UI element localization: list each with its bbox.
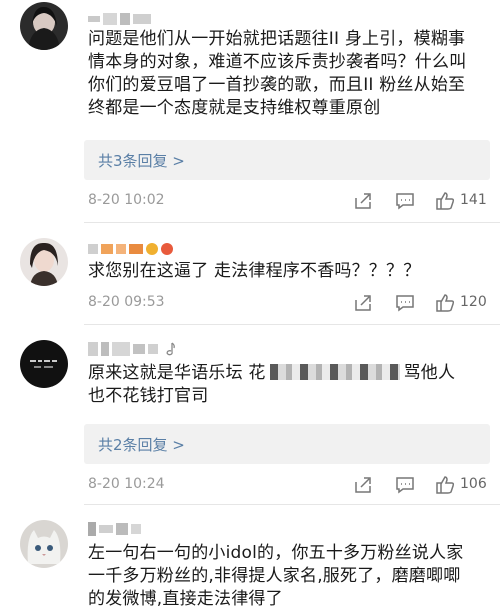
like-icon[interactable] (434, 292, 456, 314)
comment-icon[interactable] (394, 474, 416, 496)
comment-time: 8-20 10:02 (88, 192, 165, 208)
like-icon[interactable] (434, 474, 456, 496)
avatar[interactable] (20, 340, 68, 388)
avatar[interactable] (20, 2, 68, 50)
comment-text: 原来这就是华语乐坛 花骂他人 也不花钱打官司 (88, 363, 456, 406)
replies-box[interactable]: 共2条回复 > (84, 424, 490, 464)
divider (84, 504, 500, 505)
replies-box[interactable]: 共3条回复 > (84, 140, 490, 180)
comment-meta: 8-20 10:02 141 (88, 190, 498, 214)
comment-text: 左一句右一句的小idol的，你五十多万粉丝说人家 一千多万粉丝的,非得提人家名,… (88, 543, 464, 609)
comment-time: 8-20 10:24 (88, 476, 165, 492)
comment-icon[interactable] (394, 190, 416, 212)
username-blurred[interactable] (88, 518, 144, 538)
comment-text: 问题是他们从一开始就把话题往II 身上引，模糊事 情本身的对象，难道不应该斥责抄… (88, 29, 467, 118)
username-blurred[interactable] (88, 338, 176, 358)
share-icon[interactable] (352, 292, 374, 314)
like-icon[interactable] (434, 190, 456, 212)
divider (84, 324, 500, 325)
divider (84, 222, 500, 223)
comment-time: 8-20 09:53 (88, 294, 165, 310)
avatar[interactable] (20, 238, 68, 286)
replies-link[interactable]: 共2条回复 > (98, 434, 185, 455)
share-icon[interactable] (352, 474, 374, 496)
like-count: 120 (460, 294, 487, 310)
replies-link[interactable]: 共3条回复 > (98, 150, 185, 171)
like-count: 141 (460, 192, 487, 208)
comment-icon[interactable] (394, 292, 416, 314)
username-blurred[interactable] (88, 8, 154, 28)
avatar[interactable] (20, 520, 68, 568)
comment-meta: 8-20 09:53 120 (88, 292, 498, 316)
like-count: 106 (460, 476, 487, 492)
redacted-text (269, 364, 400, 380)
comment-meta: 8-20 10:24 106 (88, 474, 498, 498)
comment-text: 求您别在这逼了 走法律程序不香吗？？？？ (88, 261, 421, 281)
username-blurred[interactable] (88, 238, 176, 258)
share-icon[interactable] (352, 190, 374, 212)
